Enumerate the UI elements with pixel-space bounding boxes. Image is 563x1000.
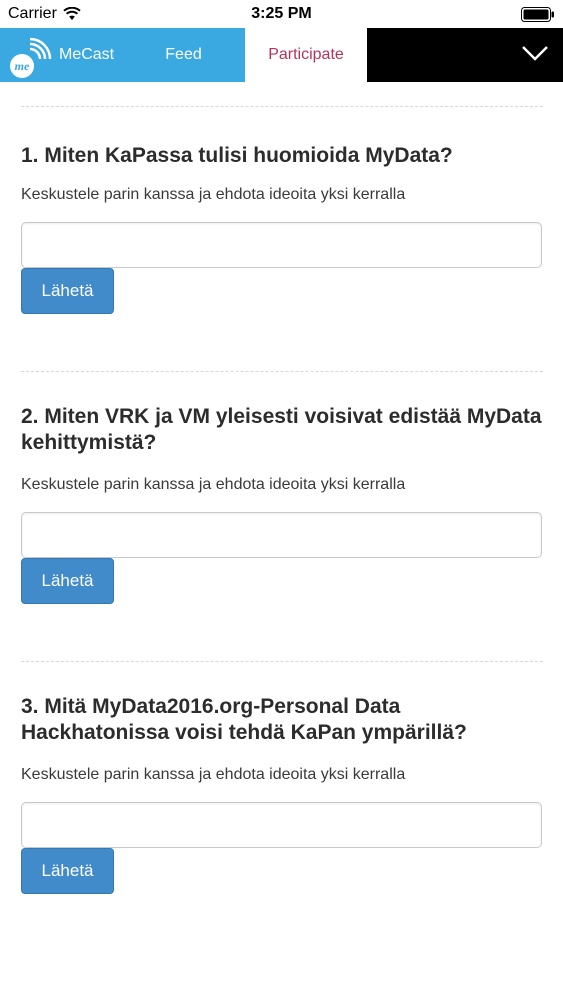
send-button[interactable]: Lähetä (21, 848, 114, 894)
answer-input[interactable] (21, 512, 542, 558)
question-description: Keskustele parin kanssa ja ehdota ideoit… (21, 186, 406, 203)
brand-label: MeCast (59, 46, 115, 63)
section-divider (21, 371, 543, 372)
tab-feed[interactable]: Feed (122, 28, 245, 82)
logo-text: me (15, 59, 30, 73)
question-description: Keskustele parin kanssa ja ehdota ideoit… (21, 476, 406, 493)
battery-icon (521, 7, 554, 22)
status-bar: Carrier 3:25 PM (0, 0, 563, 28)
brand-home-link[interactable]: me MeCast (0, 28, 122, 82)
question-description: Keskustele parin kanssa ja ehdota ideoit… (21, 766, 406, 783)
question-card: 2. Miten VRK ja VM yleisesti voisivat ed… (21, 404, 543, 604)
chevron-down-icon (522, 46, 548, 61)
tab-participate[interactable]: Participate (245, 28, 367, 82)
menu-toggle-button[interactable] (367, 28, 563, 82)
section-divider (21, 661, 543, 662)
question-title: 1. Miten KaPassa tulisi huomioida MyData… (21, 144, 453, 167)
question-title: 3. Mitä MyData2016.org-Personal Data Hac… (21, 695, 467, 744)
answer-input[interactable] (21, 802, 542, 848)
question-title: 2. Miten VRK ja VM yleisesti voisivat ed… (21, 405, 542, 454)
mecast-logo-icon: me (10, 37, 52, 78)
send-button[interactable]: Lähetä (21, 558, 114, 604)
participate-content: 1. Miten KaPassa tulisi huomioida MyData… (21, 82, 543, 894)
section-divider (21, 106, 543, 107)
question-card: 1. Miten KaPassa tulisi huomioida MyData… (21, 143, 543, 314)
send-button[interactable]: Lähetä (21, 268, 114, 314)
question-card: 3. Mitä MyData2016.org-Personal Data Hac… (21, 694, 543, 894)
status-time: 3:25 PM (251, 5, 312, 22)
answer-input[interactable] (21, 222, 542, 268)
top-nav: me MeCast Feed Participate (0, 28, 563, 82)
